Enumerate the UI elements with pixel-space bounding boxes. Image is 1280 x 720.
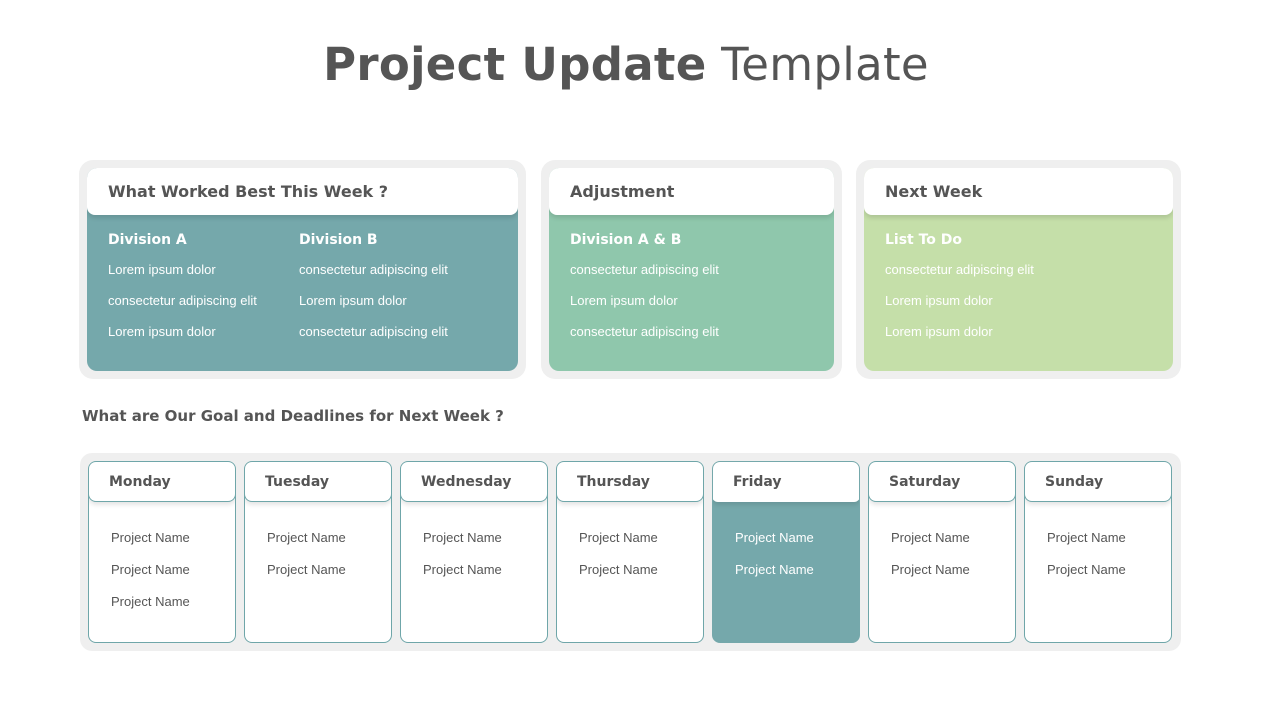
project-item: Project Name <box>579 530 658 545</box>
day-card-thursday: Thursday Project Name Project Name <box>556 461 704 643</box>
project-item: Project Name <box>111 562 190 577</box>
day-card-sunday: Sunday Project Name Project Name <box>1024 461 1172 643</box>
list-item: consectetur adipiscing elit <box>570 262 719 277</box>
day-card-saturday: Saturday Project Name Project Name <box>868 461 1016 643</box>
project-item: Project Name <box>423 530 502 545</box>
day-heading: Saturday <box>869 462 1015 502</box>
todo-column: List To Do consectetur adipiscing elit L… <box>885 232 1034 371</box>
project-item: Project Name <box>735 562 814 577</box>
column-heading: Division A <box>108 232 187 248</box>
column-heading: Division B <box>299 232 378 248</box>
project-item: Project Name <box>891 562 970 577</box>
page-title-light: Template <box>721 38 929 91</box>
page-title-bold: Project Update <box>323 38 707 91</box>
day-card-wednesday: Wednesday Project Name Project Name <box>400 461 548 643</box>
weekly-schedule: Monday Project Name Project Name Project… <box>80 453 1181 651</box>
division-a-column: Division A Lorem ipsum dolor consectetur… <box>108 232 299 371</box>
project-item: Project Name <box>735 530 814 545</box>
list-item: consectetur adipiscing elit <box>299 262 448 277</box>
day-heading: Monday <box>89 462 235 502</box>
project-item: Project Name <box>579 562 658 577</box>
day-heading: Thursday <box>557 462 703 502</box>
day-heading: Wednesday <box>401 462 547 502</box>
day-heading: Tuesday <box>245 462 391 502</box>
list-item: consectetur adipiscing elit <box>570 324 719 339</box>
list-item: Lorem ipsum dolor <box>108 262 216 277</box>
panel-what-worked: What Worked Best This Week ? Division A … <box>79 160 526 379</box>
project-item: Project Name <box>111 530 190 545</box>
list-item: consectetur adipiscing elit <box>108 293 257 308</box>
list-item: Lorem ipsum dolor <box>108 324 216 339</box>
column-heading: List To Do <box>885 232 963 248</box>
panel-heading: Next Week <box>864 168 1173 215</box>
project-item: Project Name <box>891 530 970 545</box>
day-card-friday: Friday Project Name Project Name <box>712 461 860 643</box>
list-item: Lorem ipsum dolor <box>885 324 993 339</box>
project-item: Project Name <box>423 562 502 577</box>
list-item: Lorem ipsum dolor <box>570 293 678 308</box>
project-item: Project Name <box>1047 530 1126 545</box>
day-card-monday: Monday Project Name Project Name Project… <box>88 461 236 643</box>
list-item: consectetur adipiscing elit <box>299 324 448 339</box>
panel-adjustment: Adjustment Division A & B consectetur ad… <box>541 160 842 379</box>
column-heading: Division A & B <box>570 232 682 248</box>
day-heading: Sunday <box>1025 462 1171 502</box>
division-b-column: Division B consectetur adipiscing elit L… <box>299 232 448 371</box>
list-item: Lorem ipsum dolor <box>299 293 407 308</box>
day-heading: Friday <box>713 462 859 502</box>
panel-next-week: Next Week List To Do consectetur adipisc… <box>856 160 1181 379</box>
project-item: Project Name <box>111 594 190 609</box>
goals-heading: What are Our Goal and Deadlines for Next… <box>82 407 504 425</box>
project-item: Project Name <box>267 530 346 545</box>
project-item: Project Name <box>267 562 346 577</box>
panel-heading: Adjustment <box>549 168 834 215</box>
day-card-tuesday: Tuesday Project Name Project Name <box>244 461 392 643</box>
panel-heading: What Worked Best This Week ? <box>87 168 518 215</box>
list-item: consectetur adipiscing elit <box>885 262 1034 277</box>
division-ab-column: Division A & B consectetur adipiscing el… <box>570 232 719 371</box>
list-item: Lorem ipsum dolor <box>885 293 993 308</box>
project-item: Project Name <box>1047 562 1126 577</box>
page-title: Project Update Template <box>0 38 1252 91</box>
